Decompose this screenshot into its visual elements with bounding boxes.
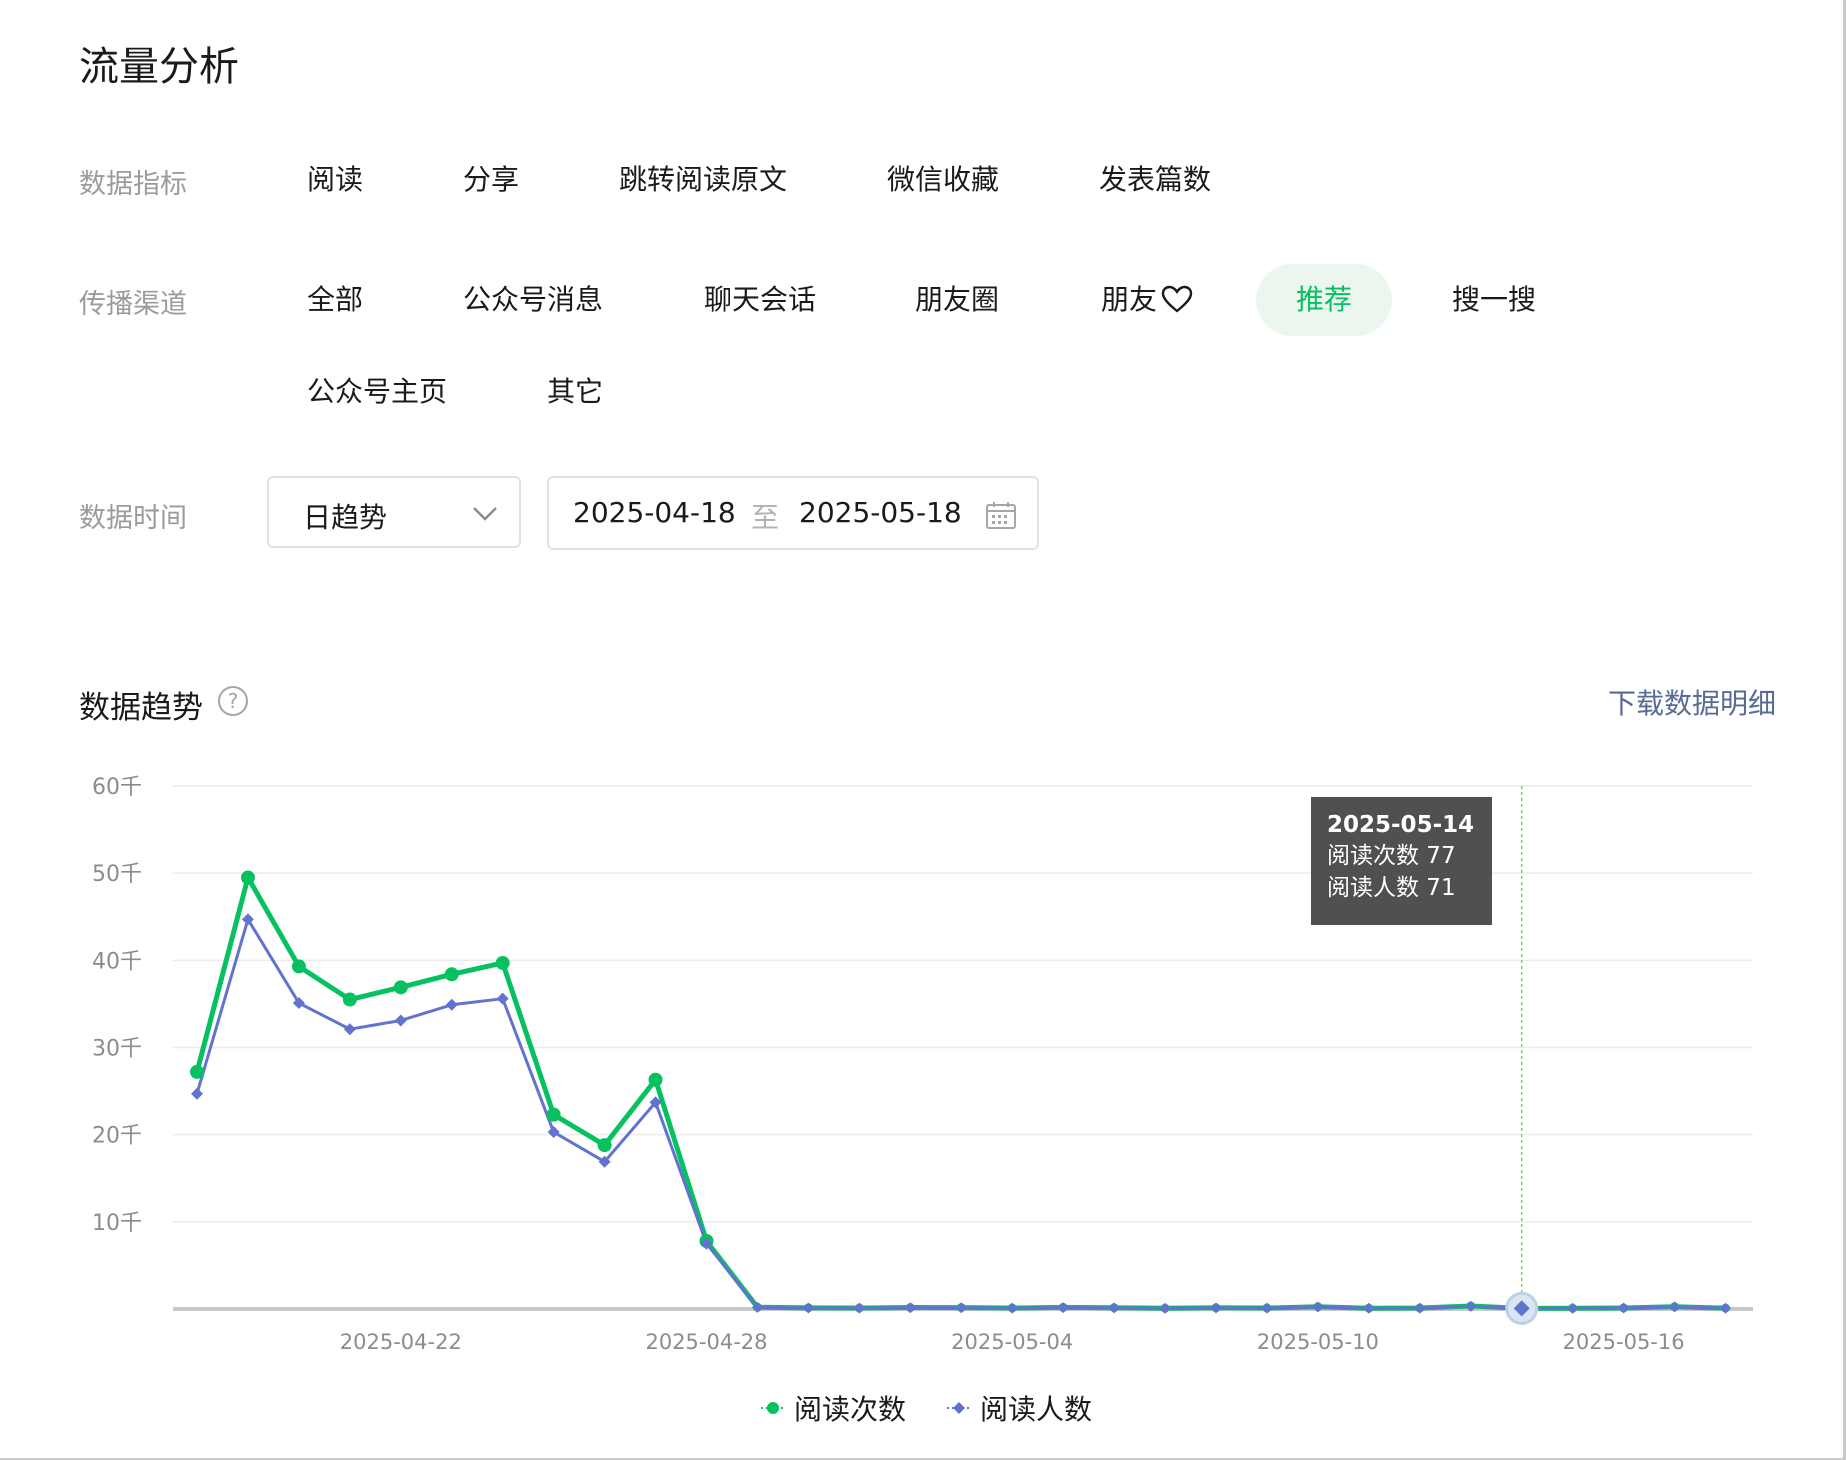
- channel-tab-label: 其它: [546, 375, 603, 408]
- channel-tab-all[interactable]: 全部: [290, 264, 380, 336]
- point-readers: [1363, 1302, 1375, 1314]
- tooltip-reads: 阅读次数 77: [1327, 843, 1456, 869]
- point-readers: [853, 1302, 865, 1314]
- metric-tab-read[interactable]: 阅读: [267, 144, 403, 216]
- granularity-value: 日趋势: [303, 501, 388, 534]
- metric-tab-label: 发表篇数: [1098, 163, 1211, 196]
- channel-tab-label: 搜一搜: [1451, 283, 1536, 316]
- point-reads: [546, 1107, 561, 1122]
- y-tick-label: 60千: [92, 775, 142, 800]
- metric-tab-label: 微信收藏: [886, 163, 999, 196]
- trend-chart: 60千 50千 40千 30千 20千 10千 2025-04-22 2025-04-28 20…: [92, 775, 1753, 1354]
- time-label: 数据时间: [79, 503, 187, 534]
- point-readers: [1618, 1302, 1630, 1314]
- channel-tab-label: 朋友: [1100, 283, 1157, 316]
- point-readers: [1414, 1302, 1426, 1314]
- page-title: 流量分析: [79, 44, 239, 90]
- point-reads: [648, 1072, 663, 1087]
- point-readers: [1261, 1302, 1273, 1314]
- legend-item-reads[interactable]: 阅读次数: [760, 1388, 906, 1428]
- download-details-link[interactable]: 下载数据明细: [1608, 682, 1776, 722]
- channel-tab-other[interactable]: 其它: [534, 356, 616, 428]
- date-separator: 至: [751, 501, 780, 534]
- tooltip-readers: 阅读人数 71: [1327, 875, 1456, 901]
- chevron-down-icon: [473, 507, 497, 521]
- point-readers: [955, 1302, 967, 1314]
- channel-tab-messages[interactable]: 公众号消息: [452, 264, 614, 336]
- point-readers: [1057, 1302, 1069, 1314]
- y-tick-label: 20千: [92, 1124, 142, 1149]
- point-readers: [191, 1087, 203, 1100]
- channels-label: 传播渠道: [79, 289, 187, 320]
- point-readers: [445, 998, 458, 1011]
- metrics-label: 数据指标: [79, 169, 187, 200]
- channel-tab-label: 聊天会话: [703, 283, 816, 316]
- calendar-icon: [986, 502, 1016, 529]
- point-readers: [1210, 1302, 1222, 1314]
- channel-tab-label: 公众号消息: [462, 283, 603, 316]
- point-readers: [394, 1014, 407, 1027]
- trend-title: 数据趋势: [79, 690, 203, 726]
- point-reads: [597, 1138, 612, 1153]
- point-readers: [802, 1302, 814, 1314]
- point-readers: [496, 992, 509, 1005]
- tooltip-date: 2025-05-14: [1327, 812, 1475, 838]
- point-readers: [1006, 1302, 1018, 1314]
- x-tick-label: 2025-05-10: [1257, 1330, 1379, 1354]
- point-readers: [1159, 1302, 1171, 1314]
- x-tick-label: 2025-05-16: [1563, 1330, 1685, 1354]
- channel-tab-search[interactable]: 搜一搜: [1440, 264, 1548, 336]
- start-date: 2025-04-18: [573, 496, 736, 529]
- x-tick-label: 2025-04-28: [645, 1330, 767, 1354]
- question-circle-icon[interactable]: ?: [218, 686, 248, 716]
- channel-tab-chat[interactable]: 聊天会话: [692, 264, 828, 336]
- legend-label: 阅读人数: [980, 1393, 1093, 1426]
- channel-tab-label: 公众号主页: [306, 375, 447, 408]
- point-reads: [190, 1064, 204, 1079]
- point-reads: [240, 870, 255, 885]
- metric-tab-label: 分享: [462, 163, 519, 196]
- metric-tab-favorite[interactable]: 微信收藏: [866, 144, 1020, 216]
- channel-tab-friends-like[interactable]: 朋友: [1090, 264, 1204, 336]
- point-reads: [291, 959, 306, 974]
- legend-label: 阅读次数: [794, 1393, 907, 1426]
- y-tick-label: 40千: [92, 949, 142, 974]
- legend-item-readers[interactable]: 阅读人数: [946, 1388, 1092, 1428]
- point-readers: [1720, 1302, 1731, 1314]
- point-reads: [342, 992, 357, 1007]
- metric-tab-read-original[interactable]: 跳转阅读原文: [600, 144, 806, 216]
- channel-tab-moments[interactable]: 朋友圈: [903, 264, 1011, 336]
- metric-tab-published[interactable]: 发表篇数: [1078, 144, 1232, 216]
- y-tick-label: 30千: [92, 1037, 142, 1062]
- x-tick-label: 2025-04-22: [340, 1330, 462, 1354]
- point-reads: [495, 955, 510, 970]
- series-line: [194, 875, 1726, 1311]
- point-readers: [343, 1023, 356, 1036]
- channel-tab-label: 推荐: [1295, 283, 1352, 316]
- series-line: [195, 917, 1726, 1310]
- legend-marker-circle: [761, 1402, 785, 1414]
- point-readers: [904, 1302, 916, 1314]
- point-reads: [393, 980, 408, 995]
- metric-tab-label: 阅读: [306, 163, 363, 196]
- point-readers: [1108, 1302, 1120, 1314]
- channel-tab-label: 朋友圈: [914, 283, 999, 316]
- legend-marker-diamond: [947, 1402, 971, 1414]
- chart-tooltip: 2025-05-14 阅读次数 77 阅读人数 71: [1311, 797, 1492, 925]
- channel-tab-recommend[interactable]: 推荐: [1256, 264, 1392, 336]
- metric-tab-label: 跳转阅读原文: [618, 163, 787, 196]
- end-date: 2025-05-18: [799, 496, 962, 529]
- channel-tab-label: 全部: [306, 283, 363, 316]
- point-readers: [1567, 1302, 1579, 1314]
- point-reads: [444, 967, 459, 982]
- channel-tab-profile[interactable]: 公众号主页: [296, 356, 458, 428]
- metric-tab-share[interactable]: 分享: [432, 144, 550, 216]
- x-tick-label: 2025-05-04: [951, 1330, 1073, 1354]
- y-tick-label: 10千: [92, 1211, 142, 1236]
- granularity-select[interactable]: 日趋势: [267, 476, 521, 548]
- y-tick-label: 50千: [92, 862, 142, 887]
- heart-icon: [1161, 285, 1193, 313]
- date-range-picker[interactable]: 2025-04-18 至 2025-05-18: [547, 476, 1039, 550]
- point-readers: [547, 1126, 560, 1139]
